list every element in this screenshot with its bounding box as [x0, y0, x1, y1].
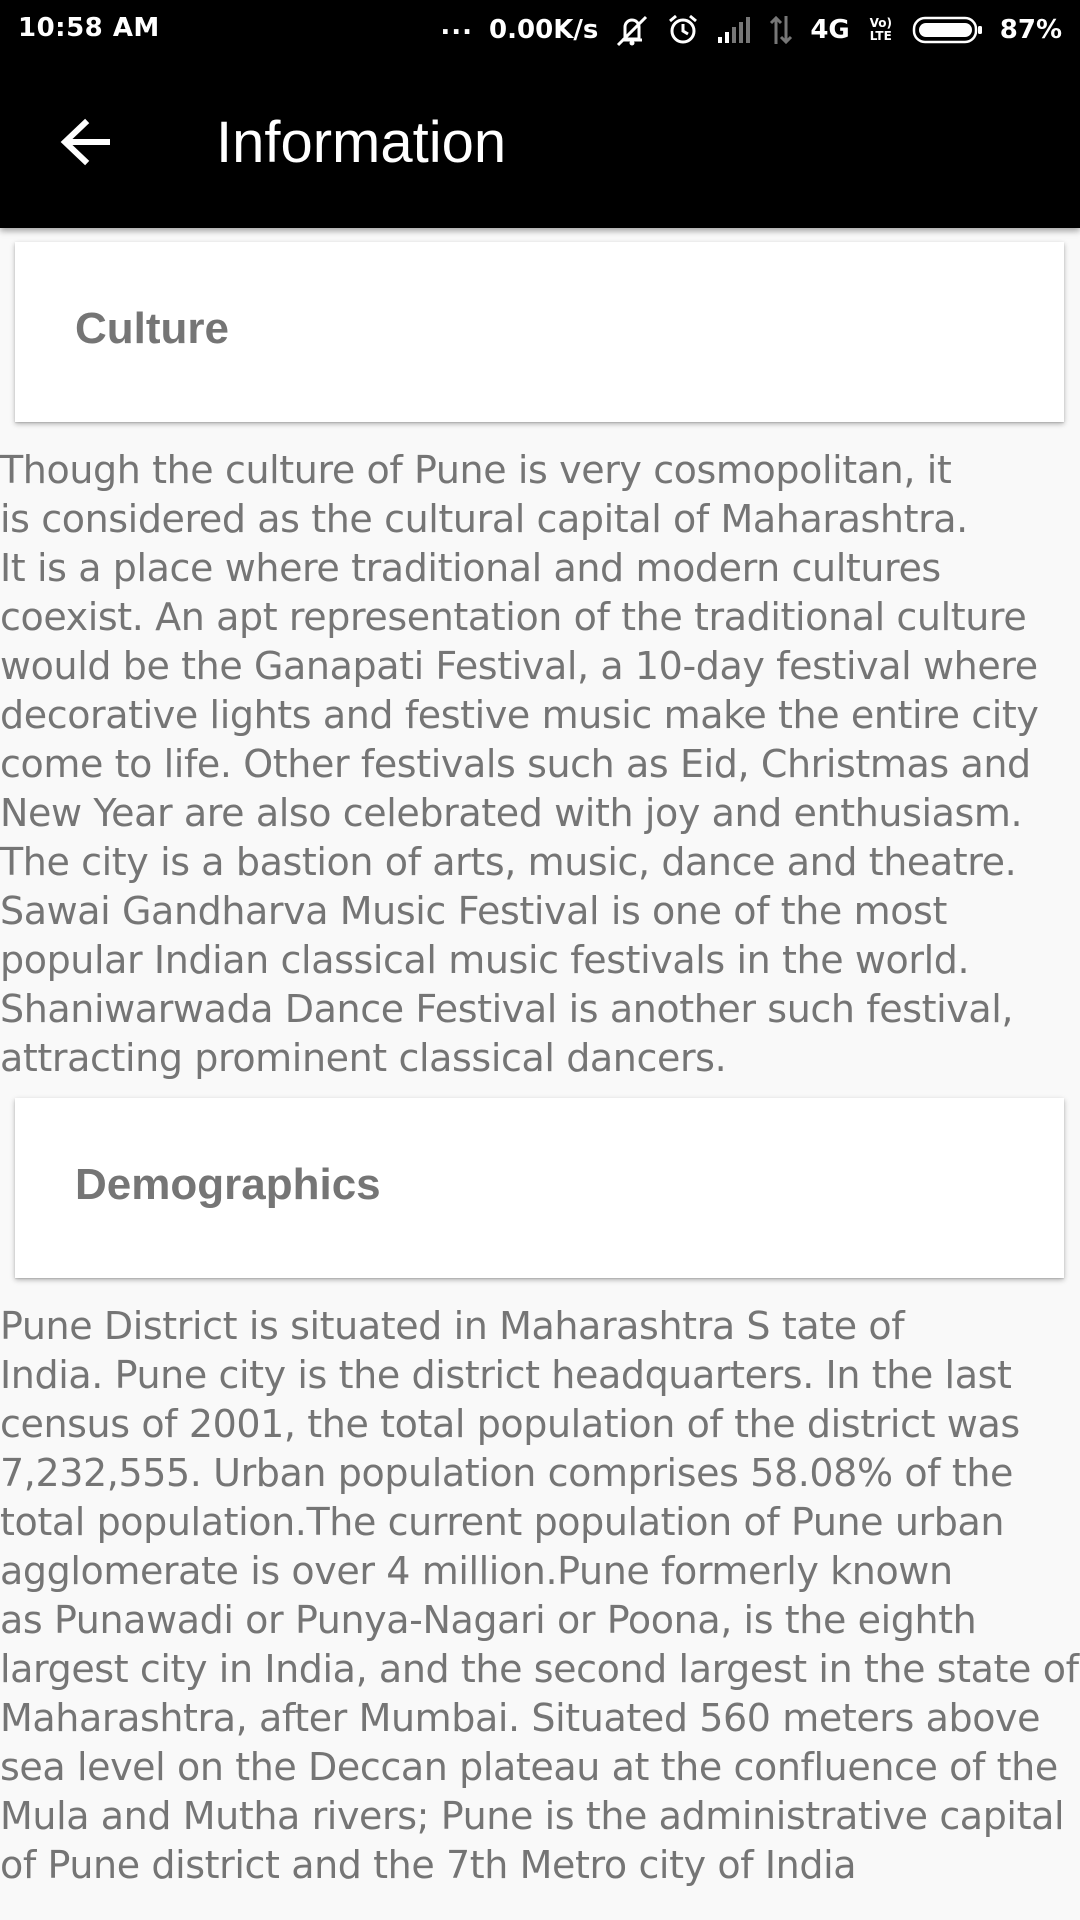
text-line: Mula and Mutha rivers; Pune is the admin…	[0, 1794, 1065, 1838]
text-line: Sawai Gandharva Music Festival is one of…	[0, 889, 947, 933]
text-line: is considered as the cultural capital of…	[0, 497, 968, 541]
text-line: 7,232,555. Urban population comprises 58…	[0, 1451, 1014, 1495]
section-title-demographics: Demographics	[75, 1160, 381, 1209]
text-line: attracting prominent classical dancers.	[0, 1036, 727, 1080]
alarm-icon	[666, 13, 700, 47]
text-line: coexist. An apt representation of the tr…	[0, 595, 1027, 639]
text-line: Though the culture of Pune is very cosmo…	[0, 448, 952, 492]
status-icons: ... 0.00K/s 4G Vo) LTE 87%	[440, 10, 1062, 50]
network-type: 4G	[810, 15, 850, 45]
battery-icon	[912, 15, 984, 45]
section-card-culture: Culture	[15, 242, 1064, 422]
section-text-culture: Though the culture of Pune is very cosmo…	[0, 446, 1075, 1083]
text-line: would be the Ganapati Festival, a 10-day…	[0, 644, 1038, 688]
text-line: census of 2001, the total population of …	[0, 1402, 1020, 1446]
data-arrows-icon	[768, 14, 794, 46]
text-line: of Pune district and the 7th Metro city …	[0, 1843, 857, 1887]
text-line: decorative lights and festive music make…	[0, 693, 1039, 737]
text-line: largest city in India, and the second la…	[0, 1647, 1079, 1691]
text-line: sea level on the Deccan plateau at the c…	[0, 1745, 1058, 1789]
text-line: Pune District is situated in Maharashtra…	[0, 1304, 905, 1348]
text-line: come to life. Other festivals such as Ei…	[0, 742, 1031, 786]
page-title: Information	[216, 110, 507, 175]
section-text-demographics: Pune District is situated in Maharashtra…	[0, 1302, 1079, 1890]
text-line: India. Pune city is the district headqua…	[0, 1353, 1012, 1397]
app-toolbar: Information	[0, 60, 1080, 228]
section-title-culture: Culture	[75, 304, 229, 353]
net-speed: 0.00K/s	[489, 15, 599, 45]
text-line: total population.The current population …	[0, 1500, 1005, 1544]
text-line: as Punawadi or Punya-Nagari or Poona, is…	[0, 1598, 977, 1642]
more-notifications-indicator: ...	[440, 11, 474, 41]
section-card-demographics: Demographics	[15, 1098, 1064, 1278]
text-line: The city is a bastion of arts, music, da…	[0, 840, 1017, 884]
status-bar: 10:58 AM ... 0.00K/s 4G Vo) LTE 87%	[0, 0, 1080, 60]
volte-icon: Vo) LTE	[869, 16, 892, 43]
arrow-left-icon	[60, 118, 110, 166]
mute-vibrate-icon	[614, 13, 650, 47]
status-time: 10:58 AM	[18, 13, 160, 43]
text-line: Maharashtra, after Mumbai. Situated 560 …	[0, 1696, 1041, 1740]
text-line: popular Indian classical music festivals…	[0, 938, 970, 982]
content-scroll[interactable]: Culture Though the culture of Pune is ve…	[0, 228, 1080, 1920]
battery-percent: 87%	[999, 15, 1062, 45]
text-line: It is a place where traditional and mode…	[0, 546, 941, 590]
text-line: New Year are also celebrated with joy an…	[0, 791, 1023, 835]
text-line: Shaniwarwada Dance Festival is another s…	[0, 987, 1014, 1031]
signal-icon	[716, 15, 752, 45]
back-button[interactable]	[40, 97, 130, 187]
text-line: agglomerate is over 4 million.Pune forme…	[0, 1549, 953, 1593]
